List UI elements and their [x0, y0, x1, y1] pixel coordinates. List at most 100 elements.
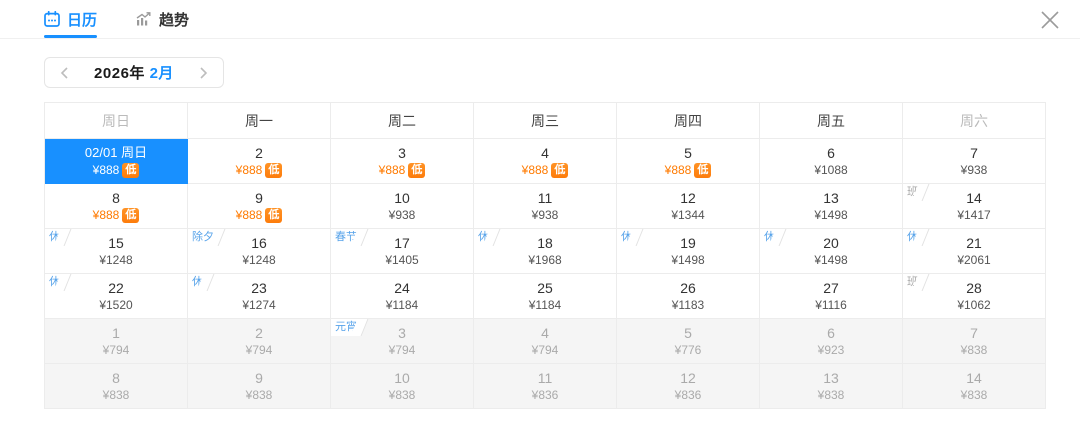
calendar-day-cell[interactable]: 6¥923	[760, 319, 903, 364]
price-row: ¥794	[532, 342, 559, 358]
chevron-left-icon[interactable]	[58, 66, 72, 80]
price-label: ¥888	[522, 162, 549, 178]
price-row: ¥1184	[386, 297, 418, 313]
price-label: ¥1116	[815, 297, 847, 313]
price-label: ¥1248	[99, 252, 132, 268]
day-label: 21	[966, 234, 982, 252]
low-price-badge: 低	[122, 163, 139, 178]
price-row: ¥888低	[379, 162, 426, 178]
calendar-day-cell[interactable]: 休22¥1520	[45, 274, 188, 319]
day-label: 3	[398, 144, 406, 162]
calendar-day-cell[interactable]: 春节17¥1405	[331, 229, 474, 274]
weekday-label: 周四	[617, 103, 760, 139]
calendar-day-cell[interactable]: 5¥888低	[617, 139, 760, 184]
chevron-right-icon[interactable]	[196, 66, 210, 80]
price-label: ¥1417	[957, 207, 990, 223]
day-label: 12	[680, 189, 696, 207]
calendar-week-row: 1¥7942¥794元宵3¥7944¥7945¥7766¥9237¥838	[45, 319, 1046, 364]
weekday-label: 周一	[188, 103, 331, 139]
day-label: 4	[541, 324, 549, 342]
calendar-day-cell[interactable]: 10¥838	[331, 364, 474, 409]
calendar-day-cell[interactable]: 4¥888低	[474, 139, 617, 184]
calendar-day-cell[interactable]: 13¥1498	[760, 184, 903, 229]
calendar-day-cell[interactable]: 4¥794	[474, 319, 617, 364]
holiday-tag: 春节	[331, 229, 359, 246]
close-icon[interactable]	[1036, 6, 1064, 34]
low-price-badge: 低	[265, 208, 282, 223]
day-label: 16	[251, 234, 267, 252]
day-label: 19	[680, 234, 696, 252]
day-label: 2	[255, 324, 263, 342]
day-label: 27	[823, 279, 839, 297]
price-label: ¥888	[93, 207, 120, 223]
day-label: 15	[108, 234, 124, 252]
price-label: ¥888	[665, 162, 692, 178]
price-label: ¥838	[961, 342, 988, 358]
calendar-day-cell[interactable]: 11¥836	[474, 364, 617, 409]
calendar-day-cell[interactable]: 2¥794	[188, 319, 331, 364]
day-label: 6	[827, 144, 835, 162]
price-label: ¥1498	[814, 252, 847, 268]
price-row: ¥776	[675, 342, 702, 358]
calendar-day-cell[interactable]: 6¥1088	[760, 139, 903, 184]
holiday-tag: 休	[617, 229, 634, 246]
workday-tag: 班	[903, 274, 920, 291]
calendar-day-cell[interactable]: 9¥838	[188, 364, 331, 409]
calendar-day-cell[interactable]: 除夕16¥1248	[188, 229, 331, 274]
low-price-badge: 低	[551, 163, 568, 178]
calendar-day-cell[interactable]: 休15¥1248	[45, 229, 188, 274]
day-label: 11	[538, 189, 553, 207]
price-label: ¥838	[818, 387, 845, 403]
calendar-day-cell[interactable]: 7¥938	[903, 139, 1046, 184]
day-label: 20	[823, 234, 839, 252]
tab-calendar[interactable]: 日历	[44, 0, 97, 38]
weekday-label: 周五	[760, 103, 903, 139]
calendar-day-cell[interactable]: 8¥888低	[45, 184, 188, 229]
calendar-day-cell[interactable]: 24¥1184	[331, 274, 474, 319]
calendar-day-cell[interactable]: 27¥1116	[760, 274, 903, 319]
calendar-day-cell[interactable]: 10¥938	[331, 184, 474, 229]
calendar-day-cell[interactable]: 9¥888低	[188, 184, 331, 229]
calendar-day-cell[interactable]: 休21¥2061	[903, 229, 1046, 274]
price-row: ¥794	[389, 342, 416, 358]
price-label: ¥838	[961, 387, 988, 403]
day-label: 10	[394, 189, 410, 207]
calendar-day-cell[interactable]: 休19¥1498	[617, 229, 760, 274]
calendar-day-cell[interactable]: 休 20¥1498	[760, 229, 903, 274]
calendar-day-cell[interactable]: 班14¥1417	[903, 184, 1046, 229]
price-label: ¥776	[675, 342, 702, 358]
price-label: ¥794	[103, 342, 130, 358]
price-row: ¥794	[246, 342, 273, 358]
holiday-tag: 休	[760, 229, 777, 246]
calendar-day-cell[interactable]: 7¥838	[903, 319, 1046, 364]
calendar-day-cell[interactable]: 休23¥1274	[188, 274, 331, 319]
price-label: ¥2061	[957, 252, 990, 268]
day-label: 23	[251, 279, 267, 297]
calendar-day-cell[interactable]: 8¥838	[45, 364, 188, 409]
price-label: ¥938	[532, 207, 559, 223]
calendar-day-cell[interactable]: 13¥838	[760, 364, 903, 409]
calendar-day-cell[interactable]: 5¥776	[617, 319, 760, 364]
low-price-badge: 低	[694, 163, 711, 178]
calendar-day-cell[interactable]: 元宵3¥794	[331, 319, 474, 364]
calendar-day-cell[interactable]: 2¥888低	[188, 139, 331, 184]
tab-trend[interactable]: 趋势	[135, 0, 189, 38]
calendar-day-cell[interactable]: 12¥836	[617, 364, 760, 409]
calendar-week-row: 休15¥1248除夕16¥1248春节17¥1405休18¥1968休19¥14…	[45, 229, 1046, 274]
weekday-label: 周二	[331, 103, 474, 139]
holiday-tag: 除夕	[188, 229, 216, 246]
calendar-day-cell[interactable]: 25¥1184	[474, 274, 617, 319]
calendar-day-cell[interactable]: 休18¥1968	[474, 229, 617, 274]
day-label: 25	[537, 279, 553, 297]
calendar-day-cell[interactable]: 1¥794	[45, 319, 188, 364]
calendar-day-cell[interactable]: 3¥888低	[331, 139, 474, 184]
calendar-day-cell[interactable]: 26¥1183	[617, 274, 760, 319]
calendar-day-cell[interactable]: 12¥1344	[617, 184, 760, 229]
price-label: ¥1344	[671, 207, 704, 223]
calendar-day-cell[interactable]: 02/01 周日¥888低	[45, 139, 188, 184]
calendar-day-cell[interactable]: 11¥938	[474, 184, 617, 229]
price-label: ¥1968	[528, 252, 561, 268]
price-label: ¥1184	[386, 297, 418, 313]
calendar-day-cell[interactable]: 14¥838	[903, 364, 1046, 409]
calendar-day-cell[interactable]: 班28¥1062	[903, 274, 1046, 319]
